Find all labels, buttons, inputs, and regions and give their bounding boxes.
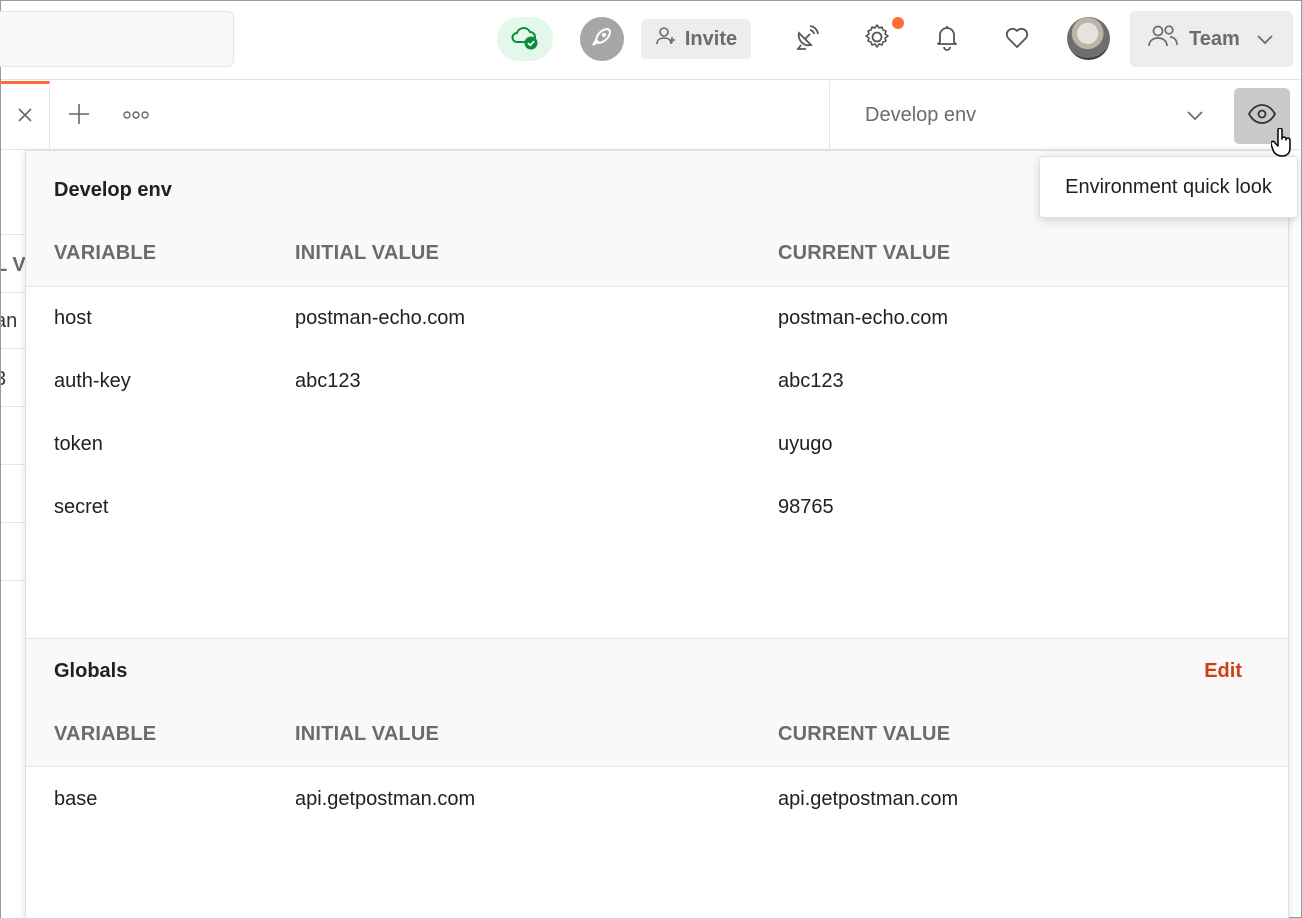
notifications-button[interactable] xyxy=(925,17,969,61)
current-value: uyugo xyxy=(778,433,833,455)
avatar[interactable] xyxy=(1067,17,1110,60)
initial-value: abc123 xyxy=(295,370,361,392)
environment-quick-look-tooltip: Environment quick look xyxy=(1039,156,1298,218)
heart-button[interactable] xyxy=(995,17,1039,61)
invite-label: Invite xyxy=(684,27,738,50)
current-value: postman-echo.com xyxy=(778,307,949,329)
invite-button[interactable]: Invite xyxy=(641,19,751,59)
search-input[interactable] xyxy=(0,11,234,67)
divider xyxy=(26,766,1288,767)
top-header: Invite Team xyxy=(0,1,1301,80)
chevron-down-icon xyxy=(1185,105,1205,131)
divider xyxy=(1,348,25,349)
globals-section-header: Globals Edit VARIABLE INITIAL VALUE CURR… xyxy=(26,639,1288,767)
initial-value: postman-echo.com xyxy=(295,307,466,329)
team-icon xyxy=(1147,23,1179,55)
background-fragment: L V xyxy=(1,254,25,276)
column-header-variable: VARIABLE xyxy=(54,242,157,264)
variable-name: base xyxy=(54,788,98,810)
divider xyxy=(1,464,25,465)
tooltip-text: Environment quick look xyxy=(1065,175,1272,198)
column-header-initial-value: INITIAL VALUE xyxy=(295,242,440,264)
divider xyxy=(1,580,25,581)
divider xyxy=(1,406,25,407)
environment-quick-look-panel: Develop env VARIABLE INITIAL VALUE CURRE… xyxy=(25,150,1289,918)
sync-status-button[interactable] xyxy=(497,17,553,61)
column-header-current-value: CURRENT VALUE xyxy=(778,723,951,745)
plus-icon xyxy=(67,102,91,131)
active-tab[interactable] xyxy=(1,81,50,150)
divider xyxy=(1,234,25,235)
variable-name: secret xyxy=(54,496,109,518)
eye-icon xyxy=(1247,103,1277,129)
cloud-check-icon xyxy=(510,24,540,55)
tab-bar: Develop env xyxy=(1,81,1301,150)
current-value: abc123 xyxy=(778,370,844,392)
variable-name: token xyxy=(54,433,103,455)
pointer-cursor-icon xyxy=(1270,127,1293,163)
environment-select[interactable]: Develop env xyxy=(829,81,1219,150)
heart-icon xyxy=(1003,24,1031,55)
team-label: Team xyxy=(1189,27,1240,50)
column-header-variable: VARIABLE xyxy=(54,723,157,745)
current-value: api.getpostman.com xyxy=(778,788,959,810)
rocket-button[interactable] xyxy=(580,17,624,61)
satellite-icon xyxy=(793,23,821,56)
divider xyxy=(1,522,25,523)
background-fragment: an xyxy=(1,310,18,332)
column-header-current-value: CURRENT VALUE xyxy=(778,242,951,264)
current-value: 98765 xyxy=(778,496,834,518)
initial-value: api.getpostman.com xyxy=(295,788,476,810)
variable-name: host xyxy=(54,307,92,329)
background-fragment: 3 xyxy=(1,368,6,391)
column-header-initial-value: INITIAL VALUE xyxy=(295,723,440,745)
bell-icon xyxy=(934,23,960,56)
environment-select-value: Develop env xyxy=(865,104,977,126)
close-icon[interactable] xyxy=(16,106,34,129)
add-user-icon xyxy=(655,25,677,53)
gear-icon xyxy=(862,22,892,57)
divider xyxy=(1,292,25,293)
new-tab-button[interactable] xyxy=(65,102,93,130)
chevron-down-icon xyxy=(1256,28,1274,51)
runner-button[interactable] xyxy=(785,17,829,61)
globals-title: Globals xyxy=(54,660,128,682)
variable-name: auth-key xyxy=(54,370,131,392)
more-horizontal-icon xyxy=(122,107,150,125)
environment-title: Develop env xyxy=(54,179,172,201)
tab-options-button[interactable] xyxy=(119,102,153,130)
notification-dot xyxy=(892,17,904,29)
rocket-icon xyxy=(589,24,615,55)
team-button[interactable]: Team xyxy=(1130,11,1293,67)
divider xyxy=(26,286,1288,287)
edit-globals-link[interactable]: Edit xyxy=(1204,660,1242,683)
background-table-fragment: L V an 3 xyxy=(1,150,25,918)
